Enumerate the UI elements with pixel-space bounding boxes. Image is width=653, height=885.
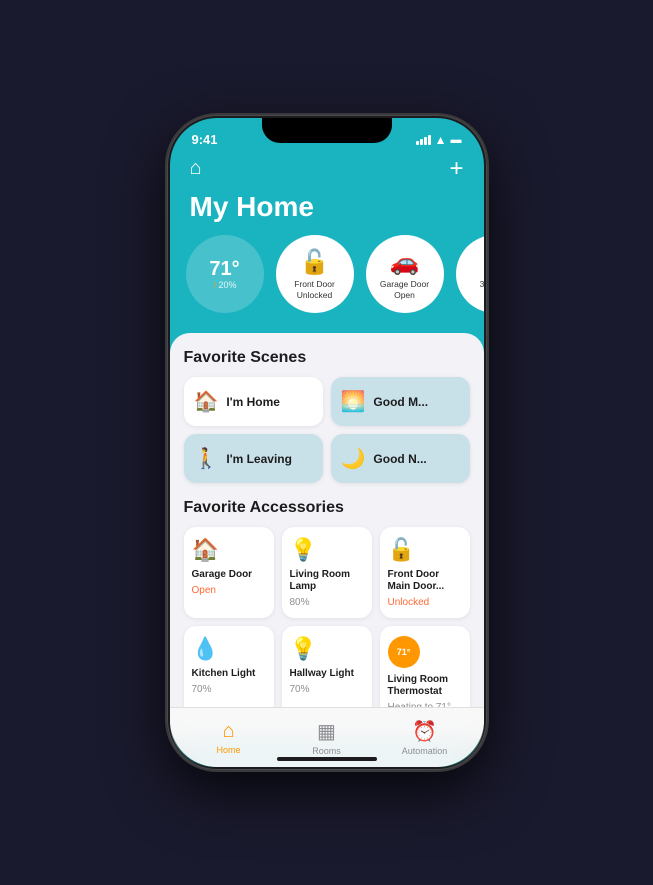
scene-night-icon: 🌙 (341, 446, 366, 471)
scroll-area[interactable]: ⌂ + My Home 71° ↑ 20% (170, 149, 484, 767)
acc-front-door[interactable]: 🔓 Front Door Main Door... Unlocked (380, 527, 470, 618)
acc-garage-status: Open (192, 585, 266, 596)
front-door-tile[interactable]: 🔓 Front DoorUnlocked (276, 235, 354, 313)
lights-label: 3 LightsOn (480, 279, 484, 299)
home-nav-icon[interactable]: ⌂ (190, 157, 202, 180)
scene-leaving-icon: 🚶 (194, 446, 219, 471)
white-section: Favorite Scenes 🏠 I'm Home 🌅 Good M... (170, 333, 484, 739)
scenes-grid: 🏠 I'm Home 🌅 Good M... 🚶 I'm Leaving (184, 377, 470, 483)
acc-frontdoor-name: Front Door Main Door... (388, 569, 462, 593)
acc-lamp-status: 80% (290, 597, 364, 608)
scene-home-label: I'm Home (226, 395, 280, 409)
acc-frontdoor-status: Unlocked (388, 597, 462, 608)
scenes-section-title: Favorite Scenes (184, 349, 470, 367)
home-indicator (277, 757, 377, 761)
temp-arrow-icon: ↑ (212, 280, 217, 291)
scene-good-night[interactable]: 🌙 Good N... (331, 434, 470, 483)
phone-inner: 9:41 ▲ ▬ ⌂ + (170, 118, 484, 767)
acc-lamp-icon: 💡 (290, 537, 364, 563)
acc-thermo-icon: 71° (388, 636, 420, 668)
status-time: 9:41 (192, 132, 218, 147)
phone-frame: 9:41 ▲ ▬ ⌂ + (167, 115, 487, 770)
accessories-grid: 🏠 Garage Door Open 💡 Living Room Lamp 80… (184, 527, 470, 723)
notch (262, 118, 392, 143)
acc-garage-door[interactable]: 🏠 Garage Door Open (184, 527, 274, 618)
signal-bar-4 (428, 135, 431, 145)
signal-bar-2 (420, 139, 423, 145)
tab-home[interactable]: ⌂ Home (180, 720, 278, 755)
tab-bar: ⌂ Home ▦ Rooms ⏰ Automation (170, 707, 484, 767)
acc-garage-name: Garage Door (192, 569, 266, 581)
temp-sub: ↑ 20% (212, 280, 236, 291)
add-button[interactable]: + (449, 157, 463, 181)
front-door-icon: 🔓 (300, 248, 330, 277)
front-door-label: Front DoorUnlocked (294, 279, 335, 299)
scene-im-home[interactable]: 🏠 I'm Home (184, 377, 323, 426)
scene-home-icon: 🏠 (194, 389, 219, 414)
acc-hallway-icon: 💡 (290, 636, 364, 662)
lights-tile[interactable]: 💡 3 LightsOn (456, 235, 484, 313)
acc-hallway-name: Hallway Light (290, 668, 364, 680)
acc-living-lamp[interactable]: 💡 Living Room Lamp 80% (282, 527, 372, 618)
garage-door-icon: 🚗 (390, 248, 420, 277)
temp-value: 71° (209, 258, 239, 280)
tab-rooms-label: Rooms (312, 746, 341, 756)
acc-lamp-name: Living Room Lamp (290, 569, 364, 593)
page-title: My Home (170, 191, 484, 235)
acc-hallway-status: 70% (290, 684, 364, 695)
tab-rooms[interactable]: ▦ Rooms (278, 719, 376, 756)
tab-home-icon: ⌂ (222, 720, 234, 743)
header: ⌂ + (170, 149, 484, 191)
acc-kitchen-status: 70% (192, 684, 266, 695)
scene-leaving-label: I'm Leaving (226, 452, 292, 466)
scene-morning-label: Good M... (373, 395, 428, 409)
signal-bars-icon (416, 135, 431, 145)
tab-home-label: Home (216, 745, 240, 755)
humidity-value: 20% (218, 280, 236, 290)
scene-good-morning[interactable]: 🌅 Good M... (331, 377, 470, 426)
status-icons: ▲ ▬ (416, 133, 462, 147)
tab-automation[interactable]: ⏰ Automation (376, 719, 474, 756)
lights-icon: 💡 (480, 248, 484, 277)
battery-icon: ▬ (451, 134, 462, 146)
garage-door-tile[interactable]: 🚗 Garage DoorOpen (366, 235, 444, 313)
temp-tile[interactable]: 71° ↑ 20% (186, 235, 264, 313)
tab-automation-icon: ⏰ (412, 719, 437, 744)
wifi-icon: ▲ (435, 133, 447, 147)
scene-night-label: Good N... (373, 452, 426, 466)
acc-kitchen-icon: 💧 (192, 636, 266, 662)
signal-bar-1 (416, 141, 419, 145)
acc-kitchen-name: Kitchen Light (192, 668, 266, 680)
scene-morning-icon: 🌅 (341, 389, 366, 414)
acc-frontdoor-icon: 🔓 (388, 537, 462, 563)
acc-garage-icon: 🏠 (192, 537, 266, 563)
accessories-section-title: Favorite Accessories (184, 499, 470, 517)
status-tiles-row: 71° ↑ 20% 🔓 Front DoorUnlocked 🚗 (170, 235, 484, 329)
scene-im-leaving[interactable]: 🚶 I'm Leaving (184, 434, 323, 483)
signal-bar-3 (424, 137, 427, 145)
tab-automation-label: Automation (402, 746, 448, 756)
acc-thermo-name: Living Room Thermostat (388, 674, 462, 698)
screen: 9:41 ▲ ▬ ⌂ + (170, 118, 484, 767)
tab-rooms-icon: ▦ (317, 719, 336, 744)
garage-door-label: Garage DoorOpen (380, 279, 429, 299)
